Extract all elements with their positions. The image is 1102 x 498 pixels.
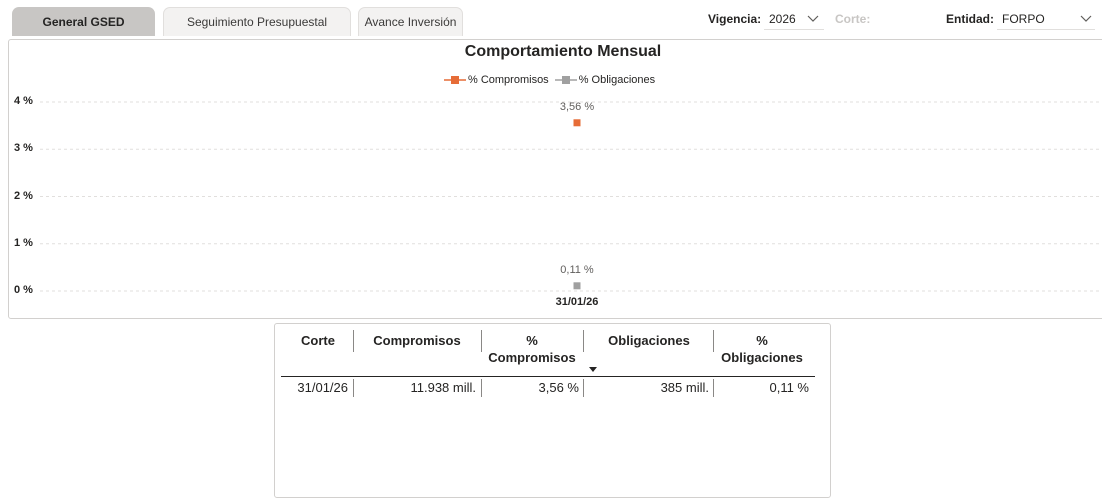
sort-descending-icon[interactable] <box>589 367 597 373</box>
col-header-pct-obligaciones[interactable]: % Obligaciones <box>716 332 808 366</box>
cell-pct-obligaciones: 0,11 % <box>769 380 809 395</box>
column-divider <box>353 330 354 352</box>
column-divider <box>353 379 354 397</box>
column-divider <box>481 379 482 397</box>
column-divider <box>713 379 714 397</box>
x-tick-label: 31/01/26 <box>556 296 599 308</box>
data-label: 3,56 % <box>560 101 594 113</box>
col-header-obligaciones[interactable]: Obligaciones <box>586 332 712 349</box>
y-tick-label: 1 % <box>14 236 33 249</box>
line-chart: 31/01/26 3,56 % 0,11 % <box>40 101 1100 308</box>
col-header-pct-compromisos[interactable]: % Compromisos <box>484 332 580 366</box>
cell-compromisos: 11.938 mill. <box>410 380 476 395</box>
column-divider <box>583 379 584 397</box>
data-point-compromisos[interactable] <box>573 119 581 127</box>
data-label: 0,11 % <box>560 264 594 276</box>
column-divider <box>583 330 584 352</box>
col-header-corte[interactable]: Corte <box>284 332 352 349</box>
cell-corte: 31/01/26 <box>297 380 348 395</box>
cell-pct-compromisos: 3,56 % <box>538 380 579 395</box>
column-divider <box>713 330 714 352</box>
y-tick-label: 0 % <box>14 284 33 296</box>
cell-obligaciones: 385 mill. <box>660 380 709 395</box>
col-header-compromisos[interactable]: Compromisos <box>356 332 478 349</box>
data-point-obligaciones[interactable] <box>573 282 581 290</box>
y-tick-label: 2 % <box>14 189 33 202</box>
header-divider <box>281 376 815 377</box>
column-divider <box>481 330 482 352</box>
y-tick-label: 4 % <box>14 95 33 107</box>
y-tick-label: 3 % <box>14 142 33 155</box>
